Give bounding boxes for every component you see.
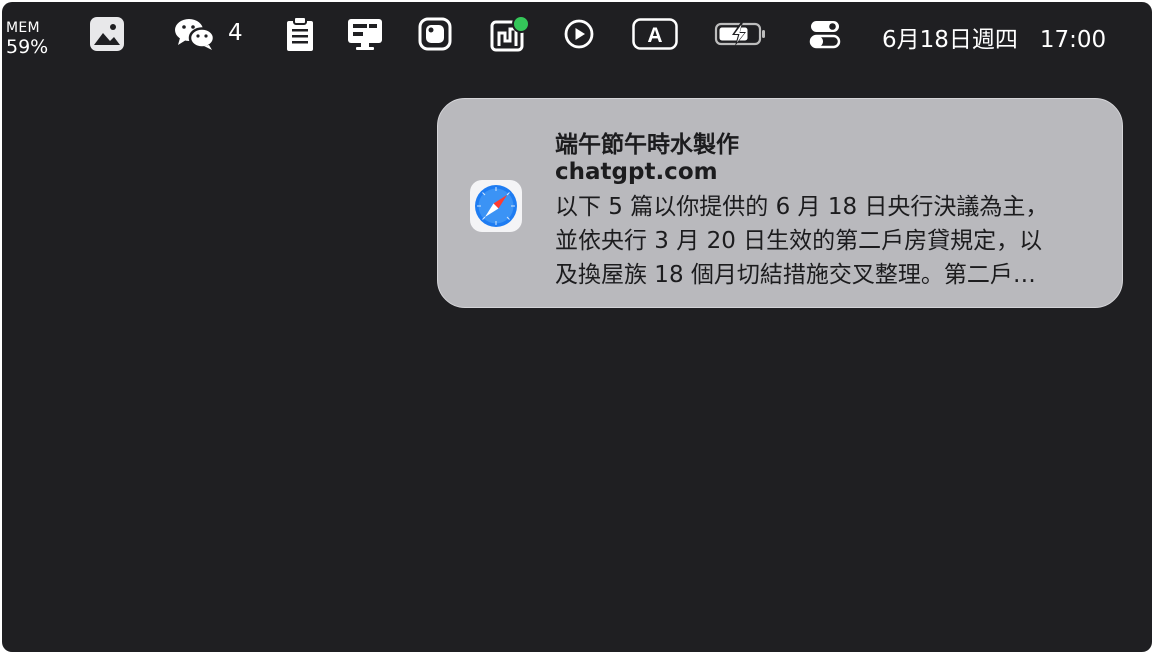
clipboard-icon[interactable] <box>282 15 318 53</box>
safari-icon <box>469 179 523 233</box>
display-icon[interactable] <box>346 15 384 53</box>
notification-body-line: 及換屋族 18 個月切結措施交叉整理。第二戶… <box>555 262 1036 288</box>
photos-icon[interactable] <box>88 15 126 53</box>
play-circle-icon[interactable] <box>561 15 597 53</box>
notification-subtitle: chatgpt.com <box>555 159 718 185</box>
notification-body-line: 並依央行 3 月 20 日生效的第二戶房貸規定，以 <box>555 228 1043 254</box>
input-source-icon[interactable]: A <box>632 15 678 53</box>
memory-label: MEM <box>6 20 40 36</box>
control-center-icon[interactable] <box>806 15 844 53</box>
battery-charging-icon[interactable] <box>713 15 769 53</box>
memory-status[interactable]: MEM 59% <box>6 21 48 57</box>
date-label: 6月18日週四 <box>882 27 1018 53</box>
app-square-icon[interactable] <box>416 15 454 53</box>
input-source-letter: A <box>647 24 662 47</box>
notification-title: 端午節午時水製作 <box>555 132 739 158</box>
memory-value: 59% <box>6 36 49 58</box>
activity-monitor-icon[interactable] <box>489 15 531 53</box>
menu-bar-clock[interactable]: 6月18日週四 17:00 <box>882 20 1106 54</box>
notification-body-line: 以下 5 篇以你提供的 6 月 18 日央行決議為主， <box>555 194 1049 220</box>
time-label: 17:00 <box>1039 27 1107 53</box>
wechat-icon[interactable] <box>172 15 218 53</box>
wechat-unread-badge[interactable]: 4 <box>228 20 243 46</box>
desktop: MEM 59% 4 A 6月18日週四 17:00 端午節午時水製作 chatg… <box>2 2 1152 652</box>
notification-banner[interactable]: 端午節午時水製作 chatgpt.com 以下 5 篇以你提供的 6 月 18 … <box>437 98 1123 308</box>
menu-bar: MEM 59% 4 A 6月18日週四 17:00 <box>2 2 1152 64</box>
notification-body: 以下 5 篇以你提供的 6 月 18 日央行決議為主， 並依央行 3 月 20 … <box>555 190 1100 292</box>
